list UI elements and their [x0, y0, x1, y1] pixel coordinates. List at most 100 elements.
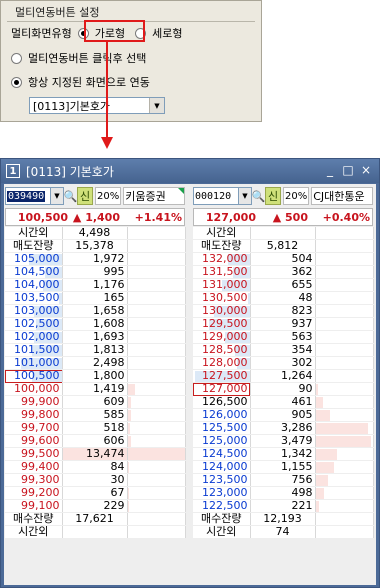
window-titlebar[interactable]: 1 [0113] 기본호가 _ □ ×: [1, 159, 379, 183]
cell: 609: [62, 395, 128, 409]
bid-price[interactable]: 126,000: [202, 409, 248, 421]
ask-price[interactable]: 105,000: [14, 254, 60, 265]
price-change: ▲ 1,400: [72, 210, 120, 224]
bid-price[interactable]: 124,000: [202, 461, 248, 473]
ask-price[interactable]: 102,500: [14, 318, 60, 330]
bid-quantity: 461: [291, 395, 313, 408]
ask-price[interactable]: 130,500: [202, 292, 248, 304]
ask-quantity: 1,800: [93, 369, 125, 382]
cell: [62, 525, 128, 539]
restore-icon[interactable]: □: [341, 162, 355, 178]
bid-price[interactable]: 127,000: [202, 384, 248, 395]
bid-price[interactable]: 99,900: [21, 396, 60, 408]
cell: [127, 512, 186, 526]
cell: 127,500: [193, 369, 251, 383]
bid-price[interactable]: 100,000: [14, 384, 60, 395]
bid-price[interactable]: 123,500: [202, 474, 248, 486]
cell: 시간외: [193, 525, 251, 539]
mode-always-row[interactable]: 항상 지정된 화면으로 연동: [11, 73, 150, 91]
stock-code-input[interactable]: 000120: [193, 187, 239, 205]
ask-price[interactable]: 101,500: [14, 344, 60, 356]
ask-quantity: 655: [291, 278, 313, 291]
ask-price[interactable]: 132,000: [202, 254, 248, 265]
ask-price[interactable]: 131,500: [202, 266, 248, 278]
bid-price[interactable]: 99,200: [21, 487, 60, 499]
mode-click-row[interactable]: 멀티연동버튼 클릭후 선택: [11, 49, 146, 67]
bid-price[interactable]: 126,500: [202, 396, 248, 408]
bid-quantity: 498: [291, 486, 313, 499]
ask-price[interactable]: 100,500: [14, 370, 60, 382]
bid-volume-bar: [315, 410, 330, 421]
summary-row: 매수잔량 17,621: [5, 512, 186, 526]
bid-price[interactable]: 123,000: [202, 487, 248, 499]
bid-row: 99,600 606: [5, 434, 186, 448]
bid-price[interactable]: 99,300: [21, 474, 60, 486]
chevron-down-icon[interactable]: ▼: [51, 187, 64, 205]
ask-price[interactable]: 129,500: [202, 318, 248, 330]
mode-always-radio[interactable]: [11, 76, 22, 88]
ask-row: 130,000 823: [193, 304, 374, 318]
bid-price[interactable]: 125,000: [202, 435, 248, 447]
close-icon[interactable]: ×: [359, 162, 373, 178]
bid-volume-bar: [127, 397, 131, 408]
bid-row: 125,000 3,479: [193, 434, 374, 448]
cell: [127, 343, 186, 357]
cell: 매도잔량: [193, 239, 251, 253]
ask-price[interactable]: 131,000: [202, 279, 248, 291]
ask-price[interactable]: 101,000: [14, 357, 60, 369]
window-title: [0113] 기본호가: [26, 164, 114, 179]
cell: 99,900: [5, 395, 63, 409]
cell: 461: [250, 395, 316, 409]
ask-row: 104,500 995: [5, 265, 186, 279]
mode-always-label[interactable]: 항상 지정된 화면으로 연동: [28, 74, 150, 90]
summary-value: 4,498: [78, 227, 111, 239]
chevron-down-icon[interactable]: ▼: [239, 187, 252, 205]
bid-price[interactable]: 99,800: [21, 409, 60, 421]
cell: [315, 330, 374, 344]
mode-click-radio[interactable]: [11, 52, 22, 64]
cell: [315, 382, 374, 396]
ask-price[interactable]: 127,500: [202, 370, 248, 382]
bid-price[interactable]: 99,500: [21, 448, 60, 460]
ask-price[interactable]: 130,000: [202, 305, 248, 317]
chevron-down-icon[interactable]: ▼: [149, 98, 164, 113]
ask-price[interactable]: 103,500: [14, 292, 60, 304]
ask-price[interactable]: 104,500: [14, 266, 60, 278]
bid-price[interactable]: 125,500: [202, 422, 248, 434]
bid-price[interactable]: 124,500: [202, 448, 248, 460]
ask-price[interactable]: 128,000: [202, 357, 248, 369]
bid-price[interactable]: 122,500: [202, 500, 248, 512]
cell: 105,000: [5, 252, 63, 266]
search-icon[interactable]: 🔍: [64, 187, 78, 205]
bid-quantity: 90: [298, 382, 313, 395]
cell: [127, 227, 186, 240]
stock-code-input[interactable]: 039490: [5, 187, 51, 205]
cell: 563: [250, 330, 316, 344]
vertical-label[interactable]: 세로형: [152, 25, 182, 41]
ask-price[interactable]: 128,500: [202, 344, 248, 356]
bid-quantity: 585: [103, 408, 125, 421]
bid-row: 99,200 67: [5, 486, 186, 500]
ask-price[interactable]: 129,000: [202, 331, 248, 343]
ask-quantity: 563: [291, 330, 313, 343]
bid-price[interactable]: 99,600: [21, 435, 60, 447]
cell: [315, 252, 374, 266]
ask-row: 131,000 655: [193, 278, 374, 292]
mode-click-label[interactable]: 멀티연동버튼 클릭후 선택: [28, 50, 146, 66]
bid-price[interactable]: 99,400: [21, 461, 60, 473]
minimize-icon[interactable]: _: [323, 162, 337, 178]
cell: 매도잔량: [5, 239, 63, 253]
stock-name: 키움증권: [123, 187, 185, 205]
credit-badge: 신: [77, 187, 93, 205]
window-body: 039490 ▼ 🔍 신 20% 키움증권 100,500 ▲ 1,400 +1.41% 시간외 4…: [4, 184, 376, 585]
bid-price[interactable]: 99,100: [21, 500, 60, 512]
ask-price[interactable]: 104,000: [14, 279, 60, 291]
summary-cell: 15,378: [62, 239, 128, 253]
screen-select[interactable]: [0113]기본호가 ▼: [29, 97, 165, 114]
bid-row: 123,000 498: [193, 486, 374, 500]
ask-price[interactable]: 103,000: [14, 305, 60, 317]
bid-price[interactable]: 99,700: [21, 422, 60, 434]
search-icon[interactable]: 🔍: [252, 187, 266, 205]
ask-quantity: 995: [103, 265, 125, 278]
ask-price[interactable]: 102,000: [14, 331, 60, 343]
